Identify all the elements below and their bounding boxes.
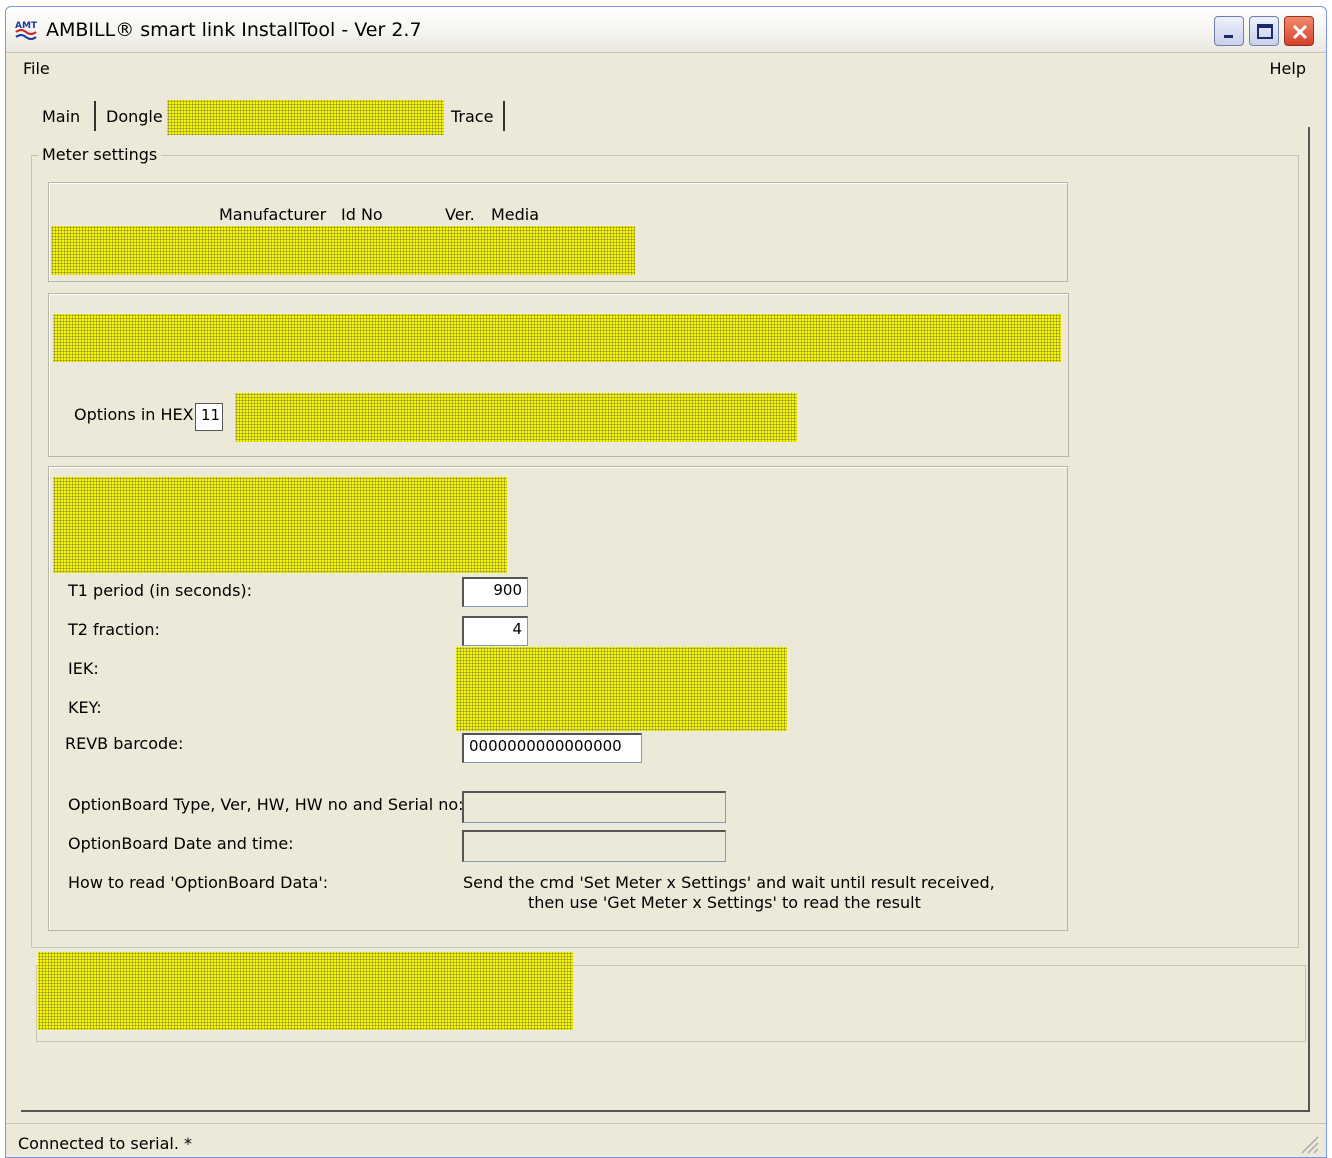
t1-input[interactable]: 900 [462, 577, 528, 607]
title-bar[interactable]: AMT AMBILL® smart link InstallTool - Ver… [6, 7, 1326, 53]
optionboard-type-label: OptionBoard Type, Ver, HW, HW no and Ser… [68, 795, 464, 814]
header-id-no: Id No [341, 205, 383, 224]
maximize-button[interactable] [1249, 16, 1279, 46]
howto-line1: Send the cmd 'Set Meter x Settings' and … [463, 873, 995, 892]
menu-bar: File Help [6, 55, 1326, 85]
redacted-options-detail [235, 393, 797, 442]
options-hex-label: Options in HEX [74, 405, 194, 424]
header-ver: Ver. [445, 205, 475, 224]
meter-settings-group: Meter settings Manufacturer Id No Ver. M… [31, 145, 1299, 948]
revb-input[interactable]: 0000000000000000 [462, 733, 642, 763]
optionboard-date-field[interactable] [462, 830, 726, 862]
t2-input[interactable]: 4 [462, 616, 528, 646]
minimize-button[interactable] [1214, 16, 1244, 46]
redacted-options-row [53, 314, 1061, 362]
menu-help[interactable]: Help [1270, 59, 1306, 78]
redacted-bottom [38, 952, 573, 1030]
amt-logo-icon: AMT [14, 19, 42, 41]
redacted-keys [456, 647, 787, 731]
meter-header-box: Manufacturer Id No Ver. Media [48, 182, 1068, 282]
window-title: AMBILL® smart link InstallTool - Ver 2.7 [46, 19, 422, 41]
app-window: AMT AMBILL® smart link InstallTool - Ver… [5, 6, 1327, 1158]
howto-label: How to read 'OptionBoard Data': [68, 873, 329, 892]
close-button[interactable] [1284, 16, 1314, 46]
revb-label: REVB barcode: [65, 734, 184, 753]
redacted-meter-list [51, 226, 635, 275]
menu-file[interactable]: File [23, 59, 50, 78]
meter-settings-title: Meter settings [38, 145, 162, 164]
iek-label: IEK: [68, 659, 99, 678]
close-icon [1292, 24, 1308, 40]
key-label: KEY: [68, 698, 102, 717]
header-media: Media [491, 205, 540, 224]
optionboard-type-field[interactable] [462, 791, 726, 823]
status-bar: Connected to serial. * [6, 1123, 1326, 1158]
status-text: Connected to serial. * [18, 1134, 193, 1153]
resize-grip-icon[interactable] [1298, 1133, 1320, 1155]
header-manufacturer: Manufacturer [219, 205, 327, 224]
options-hex-field[interactable]: 11 [195, 403, 223, 431]
howto-line2: then use 'Get Meter x Settings' to read … [528, 893, 921, 912]
minimize-icon [1224, 35, 1233, 38]
maximize-icon [1257, 24, 1273, 39]
options-box: Options in HEX 11 [48, 293, 1069, 457]
optionboard-date-label: OptionBoard Date and time: [68, 834, 294, 853]
t2-label: T2 fraction: [68, 620, 160, 639]
redacted-settings-header [53, 477, 507, 573]
t1-label: T1 period (in seconds): [68, 581, 253, 600]
settings-box: T1 period (in seconds): 900 T2 fraction:… [48, 466, 1068, 931]
